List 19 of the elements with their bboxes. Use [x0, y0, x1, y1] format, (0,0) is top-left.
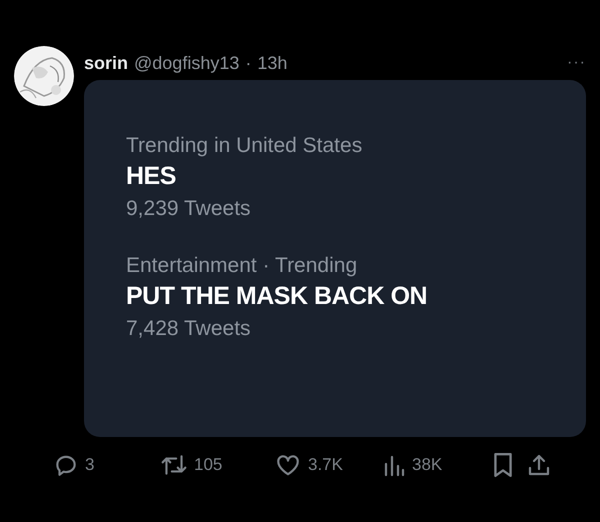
- retweet-count: 105: [194, 455, 222, 475]
- heart-icon[interactable]: [274, 452, 302, 478]
- trend-topic: HES: [126, 161, 177, 192]
- trend-topic: PUT THE MASK BACK ON: [126, 281, 428, 312]
- display-name[interactable]: sorin: [84, 52, 128, 74]
- like-count: 3.7K: [308, 455, 343, 475]
- views-count: 38K: [412, 455, 442, 475]
- bookmark-icon[interactable]: [492, 452, 514, 478]
- trend-context: Trending in United States: [126, 133, 364, 159]
- user-handle[interactable]: @dogfishy13: [134, 52, 240, 74]
- tweet-count: 7,428 Tweets: [126, 316, 252, 342]
- image-card[interactable]: Trending in United States HES 9,239 Tweets Entertainment · Trending PUT THE MASK BACK ON 7,428 Tweets: [84, 80, 586, 437]
- trend-context: Entertainment · Trending: [126, 253, 358, 279]
- reply-count: 3: [85, 455, 94, 475]
- more-options-icon[interactable]: ···: [567, 54, 586, 72]
- separator-dot: ·: [245, 52, 252, 74]
- tweet-count: 9,239 Tweets: [126, 196, 252, 222]
- timestamp[interactable]: 13h: [257, 52, 288, 74]
- share-icon[interactable]: [527, 452, 551, 478]
